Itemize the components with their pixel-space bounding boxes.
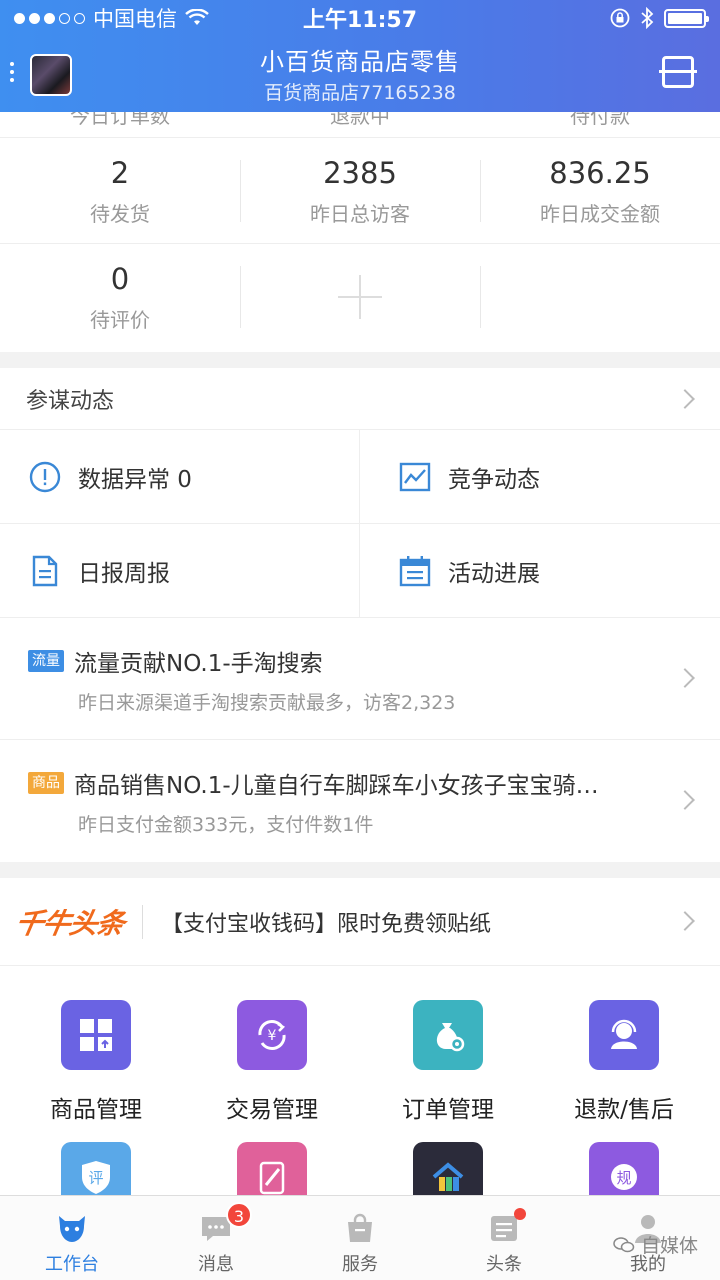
- watermark-text: 自媒体: [640, 1235, 698, 1257]
- stat-label: 昨日成交金额: [540, 201, 660, 226]
- notification-dot: [514, 1208, 526, 1220]
- trend-chart-icon: [399, 462, 431, 491]
- grid-cell-label: 活动进展: [448, 560, 540, 587]
- app-product-management[interactable]: 商品管理: [6, 1000, 186, 1124]
- tab-label: 消息: [198, 1254, 234, 1275]
- stat-value: 2385: [323, 155, 397, 190]
- message-badge: 3: [226, 1202, 252, 1228]
- bluetooth-icon: [641, 7, 654, 29]
- app-header: 中国电信 上午11:57 小百货商品店零售 百货商品店77165238: [0, 0, 720, 112]
- advisor-panel: 参谋动态 数据异常 0 竞争动态 日报周报 活动进展 流量 流量贡献NO.1-手…: [0, 368, 720, 862]
- tab-label: 头条: [486, 1254, 522, 1275]
- stat-label: 待付款: [570, 112, 630, 128]
- app-label: 订单管理: [402, 1097, 494, 1123]
- app-icon-text: 评: [88, 1169, 103, 1187]
- app-icon-text: 规: [616, 1169, 631, 1187]
- calendar-icon: [399, 555, 431, 586]
- add-stat-button[interactable]: [240, 244, 480, 350]
- tab-messages[interactable]: 消息 3: [144, 1196, 288, 1280]
- qianniu-headline[interactable]: 千牛头条 【支付宝收钱码】限时免费领贴纸: [0, 878, 720, 966]
- app-store[interactable]: [358, 1142, 538, 1196]
- news-title: 流量贡献NO.1-手淘搜索: [74, 651, 323, 677]
- news-item-product[interactable]: 商品 商品销售NO.1-儿童自行车脚踩车小女孩子宝宝骑… 昨日支付金额333元，…: [0, 740, 720, 862]
- stat-yesterday-visitors[interactable]: 2385 昨日总访客: [240, 138, 480, 244]
- competition-button[interactable]: 竞争动态: [360, 430, 720, 524]
- tab-workbench[interactable]: 工作台: [0, 1196, 144, 1280]
- empty-stat-cell: [480, 244, 720, 350]
- money-bag-icon: [413, 1000, 483, 1070]
- app-refund-aftersale[interactable]: 退款/售后: [534, 1000, 714, 1124]
- stats-cut-row: 今日订单数 退款中 待付款: [0, 112, 720, 138]
- orientation-lock-icon: [610, 8, 630, 28]
- document-icon: [32, 555, 58, 586]
- stat-label: 待发货: [90, 201, 150, 226]
- advisor-header[interactable]: 参谋动态: [0, 368, 720, 430]
- rule-icon: 规: [589, 1142, 659, 1196]
- stat-pending-review[interactable]: 0 待评价: [0, 244, 240, 350]
- traffic-tag: 流量: [28, 650, 64, 672]
- headline-text: 【支付宝收钱码】限时免费领贴纸: [161, 911, 492, 937]
- stat-label: 今日订单数: [70, 112, 170, 128]
- app-label: 商品管理: [50, 1097, 142, 1123]
- app-label: 退款/售后: [574, 1097, 674, 1123]
- bottom-tab-bar: 工作台 消息 3 服务 头条 我的 自媒体: [0, 1195, 720, 1280]
- app-design[interactable]: [182, 1142, 362, 1196]
- product-tag: 商品: [28, 772, 64, 794]
- status-bar: 中国电信 上午11:57: [0, 0, 720, 36]
- news-title: 商品销售NO.1-儿童自行车脚踩车小女孩子宝宝骑…: [74, 773, 599, 799]
- grid-cell-label: 日报周报: [78, 560, 170, 587]
- stats-panel: 今日订单数 退款中 待付款 2 待发货 2385 昨日总访客 836.25 昨日…: [0, 112, 720, 352]
- data-anomaly-button[interactable]: 数据异常 0: [0, 430, 360, 524]
- stat-pending-shipment[interactable]: 2 待发货: [0, 138, 240, 244]
- tab-services[interactable]: 服务: [288, 1196, 432, 1280]
- watermark: 自媒体: [613, 1231, 698, 1258]
- news-subtitle: 昨日支付金额333元，支付件数1件: [78, 814, 374, 836]
- shopping-bag-icon: [348, 1213, 372, 1242]
- app-order-management[interactable]: 订单管理: [358, 1000, 538, 1124]
- plus-icon: [338, 275, 382, 319]
- scan-icon[interactable]: [659, 56, 697, 88]
- stat-value: 2: [110, 155, 130, 190]
- advisor-title: 参谋动态: [26, 388, 115, 414]
- chevron-right-icon: [675, 388, 695, 409]
- cow-head-icon: [59, 1216, 85, 1242]
- app-grid: 商品管理 ¥ 交易管理 订单管理 退款/售后 评 规: [0, 966, 720, 1196]
- grid-cell-label: 竞争动态: [448, 466, 540, 493]
- chevron-right-icon: [675, 911, 695, 931]
- app-label: 交易管理: [226, 1097, 318, 1123]
- store-house-icon: [413, 1142, 483, 1196]
- news-item-traffic[interactable]: 流量 流量贡献NO.1-手淘搜索 昨日来源渠道手淘搜索贡献最多，访客2,323: [0, 618, 720, 740]
- yuan-exchange-icon: ¥: [237, 1000, 307, 1070]
- activity-progress-button[interactable]: 活动进展: [360, 524, 720, 618]
- app-trade-management[interactable]: ¥ 交易管理: [182, 1000, 362, 1124]
- tab-label: 工作台: [45, 1254, 99, 1275]
- news-subtitle: 昨日来源渠道手淘搜索贡献最多，访客2,323: [78, 692, 456, 714]
- reports-button[interactable]: 日报周报: [0, 524, 360, 618]
- grid-cell-label: 数据异常 0: [78, 466, 192, 493]
- shop-title: 小百货商品店零售: [260, 48, 460, 76]
- customer-service-icon: [589, 1000, 659, 1070]
- tab-label: 服务: [342, 1254, 378, 1275]
- app-reviews[interactable]: 评: [6, 1142, 186, 1196]
- stat-yesterday-revenue[interactable]: 836.25 昨日成交金额: [480, 138, 720, 244]
- qianniu-logo: 千牛头条: [12, 906, 127, 940]
- svg-text:¥: ¥: [268, 1028, 277, 1044]
- tablet-brush-icon: [237, 1142, 307, 1196]
- stat-label: 待评价: [90, 307, 150, 332]
- stat-value: 836.25: [549, 155, 651, 190]
- product-grid-icon: [61, 1000, 131, 1070]
- shop-subtitle: 百货商品店77165238: [264, 82, 456, 104]
- app-rules[interactable]: 规: [534, 1142, 714, 1196]
- stat-label: 退款中: [330, 112, 390, 128]
- stat-label: 昨日总访客: [310, 201, 410, 226]
- tab-headlines[interactable]: 头条: [432, 1196, 576, 1280]
- alert-icon: [29, 461, 61, 492]
- divider: [142, 904, 144, 939]
- stat-value: 0: [110, 261, 130, 296]
- review-shield-icon: 评: [61, 1142, 131, 1196]
- battery-icon: [664, 8, 709, 28]
- wechat-icon: [613, 1236, 635, 1252]
